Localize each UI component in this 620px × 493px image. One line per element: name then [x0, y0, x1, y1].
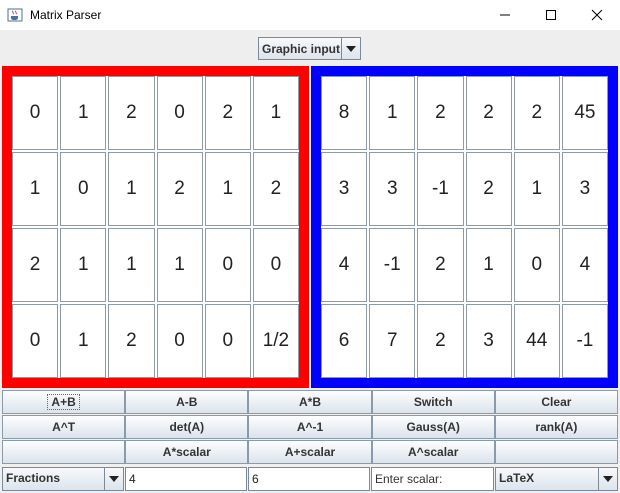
matrix-a-cell[interactable]: 2 — [108, 304, 155, 378]
a-plus-b-button[interactable]: A+B — [2, 390, 126, 414]
scalar-input[interactable]: Enter scalar: — [371, 467, 494, 491]
matrix-a-panel: 0 1 2 0 2 1 1 0 1 2 1 2 2 1 1 1 0 0 0 1 … — [2, 66, 309, 388]
transpose-button[interactable]: A^T — [2, 415, 126, 439]
matrix-b-cell[interactable]: 45 — [561, 76, 608, 150]
matrix-a-cell[interactable]: 1 — [60, 304, 107, 378]
matrix-a-cell[interactable]: 2 — [12, 228, 59, 302]
operations-row-1: A+B A-B A*B Switch Clear — [2, 390, 619, 414]
maximize-button[interactable] — [528, 0, 574, 30]
matrix-a-cell[interactable]: 1 — [252, 76, 299, 150]
matrix-a-cell[interactable]: 2 — [204, 76, 251, 150]
matrix-a-cell[interactable]: 0 — [156, 76, 203, 150]
matrix-a-cell[interactable]: 0 — [12, 76, 59, 150]
matrix-a-cell[interactable]: 1 — [156, 228, 203, 302]
scalar-b-input[interactable]: 6 — [248, 467, 370, 491]
matrix-b-cell[interactable]: 2 — [417, 304, 464, 378]
operations-row-2: A^T det(A) A^-1 Gauss(A) rank(A) — [2, 415, 619, 439]
matrix-a-cell[interactable]: 2 — [108, 76, 155, 150]
a-times-scalar-button[interactable]: A*scalar — [125, 440, 249, 464]
matrix-b-cell[interactable]: 2 — [465, 76, 512, 150]
operations-row-3: A*scalar A+scalar A^scalar — [2, 440, 619, 464]
matrix-b-cell[interactable]: 2 — [513, 76, 560, 150]
empty-button-right[interactable] — [494, 440, 619, 464]
matrix-b-cell[interactable]: 2 — [417, 76, 464, 150]
matrix-b-cell[interactable]: 44 — [513, 304, 560, 378]
matrix-b-cell[interactable]: -1 — [417, 152, 464, 226]
matrix-b-cell[interactable]: 0 — [513, 228, 560, 302]
a-times-b-button[interactable]: A*B — [248, 390, 372, 414]
determinant-button[interactable]: det(A) — [125, 415, 249, 439]
matrix-b-cell[interactable]: 8 — [321, 76, 368, 150]
toolbar: Graphic input — [0, 30, 620, 66]
clear-button[interactable]: Clear — [494, 390, 619, 414]
matrix-b-cell[interactable]: 3 — [561, 152, 608, 226]
matrix-a-cell[interactable]: 2 — [156, 152, 203, 226]
matrix-a-cell[interactable]: 1 — [12, 152, 59, 226]
matrix-b-cell[interactable]: 1 — [369, 76, 416, 150]
matrix-a-grid: 0 1 2 0 2 1 1 0 1 2 1 2 2 1 1 1 0 0 0 1 … — [12, 76, 299, 378]
matrix-b-cell[interactable]: 2 — [465, 152, 512, 226]
matrix-b-cell[interactable]: 6 — [321, 304, 368, 378]
matrix-a-cell[interactable]: 0 — [156, 304, 203, 378]
matrix-b-cell[interactable]: 1 — [465, 228, 512, 302]
input-mode-value: Graphic input — [262, 42, 340, 56]
bottom-bar: Fractions 4 6 Enter scalar: LaTeX — [2, 466, 618, 491]
matrix-a-cell[interactable]: 1 — [108, 228, 155, 302]
matrix-b-cell[interactable]: 3 — [321, 152, 368, 226]
matrix-a-cell[interactable]: 1 — [204, 152, 251, 226]
title-bar: Matrix Parser — [0, 0, 620, 30]
number-format-dropdown[interactable]: Fractions — [2, 467, 124, 491]
matrix-b-cell[interactable]: 4 — [321, 228, 368, 302]
chevron-down-icon[interactable] — [598, 468, 617, 490]
matrix-a-cell[interactable]: 0 — [204, 304, 251, 378]
matrix-b-grid: 8 1 2 2 2 45 3 3 -1 2 1 3 4 -1 2 1 0 4 6… — [321, 76, 608, 378]
output-format-dropdown[interactable]: LaTeX — [495, 467, 618, 491]
matrix-b-cell[interactable]: 4 — [561, 228, 608, 302]
matrix-b-cell[interactable]: 2 — [417, 228, 464, 302]
matrix-a-cell[interactable]: 0 — [60, 152, 107, 226]
matrix-a-cell[interactable]: 1 — [60, 228, 107, 302]
matrix-a-cell[interactable]: 2 — [252, 152, 299, 226]
window-title: Matrix Parser — [30, 8, 102, 22]
matrix-b-panel: 8 1 2 2 2 45 3 3 -1 2 1 3 4 -1 2 1 0 4 6… — [311, 66, 618, 388]
input-mode-dropdown[interactable]: Graphic input — [258, 37, 361, 60]
matrix-b-cell[interactable]: 3 — [465, 304, 512, 378]
inverse-button[interactable]: A^-1 — [248, 415, 372, 439]
chevron-down-icon[interactable] — [104, 468, 123, 490]
matrix-b-cell[interactable]: 3 — [369, 152, 416, 226]
a-plus-scalar-button[interactable]: A+scalar — [248, 440, 372, 464]
matrix-b-cell[interactable]: 7 — [369, 304, 416, 378]
maximize-icon — [546, 10, 556, 20]
output-format-value: LaTeX — [499, 471, 535, 485]
rank-button[interactable]: rank(A) — [494, 415, 619, 439]
gauss-button[interactable]: Gauss(A) — [371, 415, 495, 439]
switch-button[interactable]: Switch — [371, 390, 495, 414]
matrix-b-cell[interactable]: -1 — [561, 304, 608, 378]
scalar-a-input[interactable]: 4 — [125, 467, 247, 491]
minimize-icon — [500, 14, 510, 16]
a-power-scalar-button[interactable]: A^scalar — [371, 440, 495, 464]
matrix-a-cell[interactable]: 0 — [252, 228, 299, 302]
java-app-icon — [7, 8, 23, 22]
matrix-a-cell[interactable]: 1/2 — [252, 304, 299, 378]
empty-button-left[interactable] — [2, 440, 126, 464]
matrix-b-cell[interactable]: 1 — [513, 152, 560, 226]
matrix-a-cell[interactable]: 0 — [12, 304, 59, 378]
matrix-a-cell[interactable]: 1 — [108, 152, 155, 226]
number-format-value: Fractions — [6, 471, 61, 485]
close-icon — [591, 9, 603, 21]
a-plus-b-label: A+B — [47, 394, 80, 410]
matrix-b-cell[interactable]: -1 — [369, 228, 416, 302]
matrix-a-cell[interactable]: 1 — [60, 76, 107, 150]
minimize-button[interactable] — [482, 0, 528, 30]
matrix-a-cell[interactable]: 0 — [204, 228, 251, 302]
chevron-down-icon[interactable] — [341, 38, 360, 59]
a-minus-b-button[interactable]: A-B — [125, 390, 249, 414]
close-button[interactable] — [574, 0, 620, 30]
